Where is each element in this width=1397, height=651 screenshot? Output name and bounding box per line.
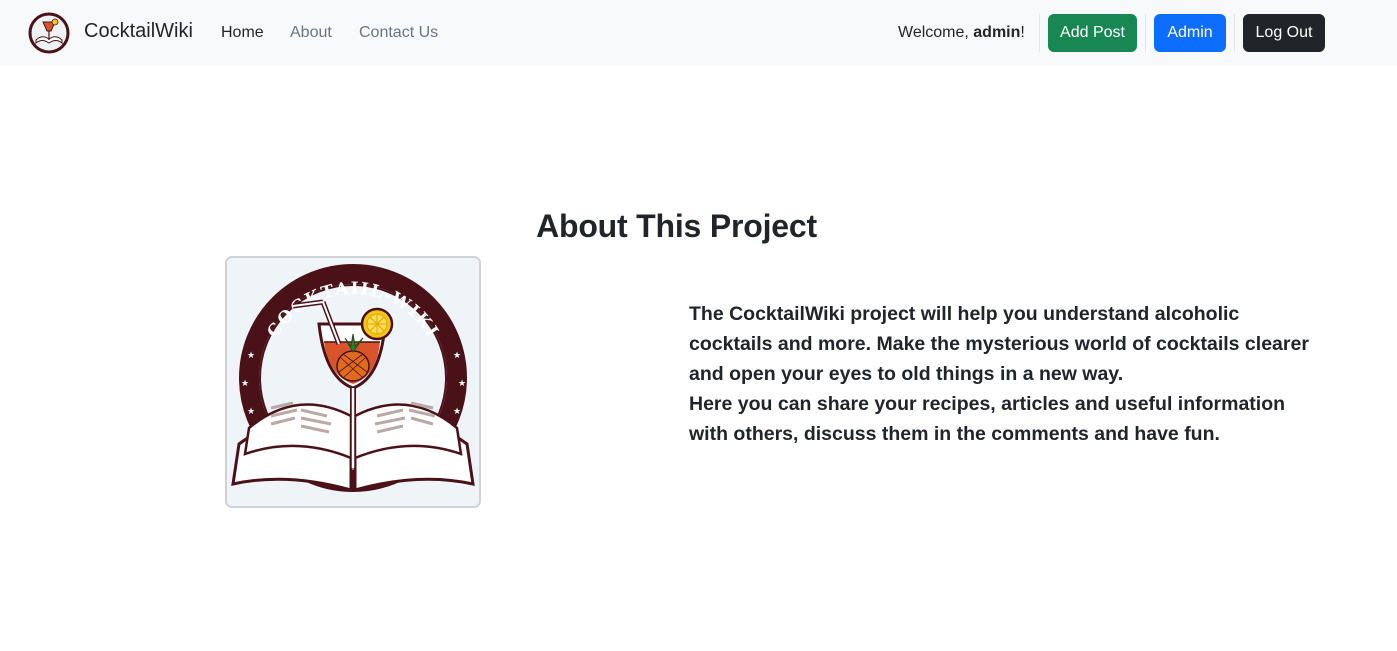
about-description: The CocktailWiki project will help you u… (689, 299, 1319, 449)
navbar-divider (1039, 14, 1040, 52)
svg-text:★: ★ (458, 378, 466, 388)
project-logo-image: COCKTAIIL-WIKI ★ ★ ★ ★ ★ ★ (225, 256, 481, 508)
navbar: CocktailWiki Home About Contact Us Welco… (0, 0, 1397, 66)
navbar-divider (1145, 14, 1146, 52)
svg-text:★: ★ (241, 378, 249, 388)
log-out-button[interactable]: Log Out (1243, 14, 1325, 52)
svg-text:★: ★ (247, 406, 255, 416)
welcome-suffix: ! (1020, 24, 1025, 41)
welcome-prefix: Welcome, (898, 24, 974, 41)
admin-button[interactable]: Admin (1154, 14, 1226, 52)
nav-about[interactable]: About (290, 24, 332, 42)
add-post-button[interactable]: Add Post (1048, 14, 1137, 52)
brand-logo-icon[interactable] (28, 12, 70, 54)
page-title: About This Project (536, 208, 817, 244)
about-paragraph: The CocktailWiki project will help you u… (689, 303, 1309, 385)
username: admin (973, 24, 1021, 41)
svg-text:★: ★ (247, 350, 255, 360)
svg-text:★: ★ (453, 406, 461, 416)
svg-text:★: ★ (453, 350, 461, 360)
cocktail-wiki-logo: COCKTAIIL-WIKI ★ ★ ★ ★ ★ ★ (227, 258, 479, 506)
welcome-message: Welcome, admin! (898, 24, 1025, 42)
brand-name[interactable]: CocktailWiki (84, 20, 193, 43)
nav-home[interactable]: Home (221, 24, 264, 42)
about-paragraph: Here you can share your recipes, article… (689, 393, 1286, 445)
nav-contact-us[interactable]: Contact Us (359, 24, 438, 42)
navbar-divider (1234, 14, 1235, 52)
